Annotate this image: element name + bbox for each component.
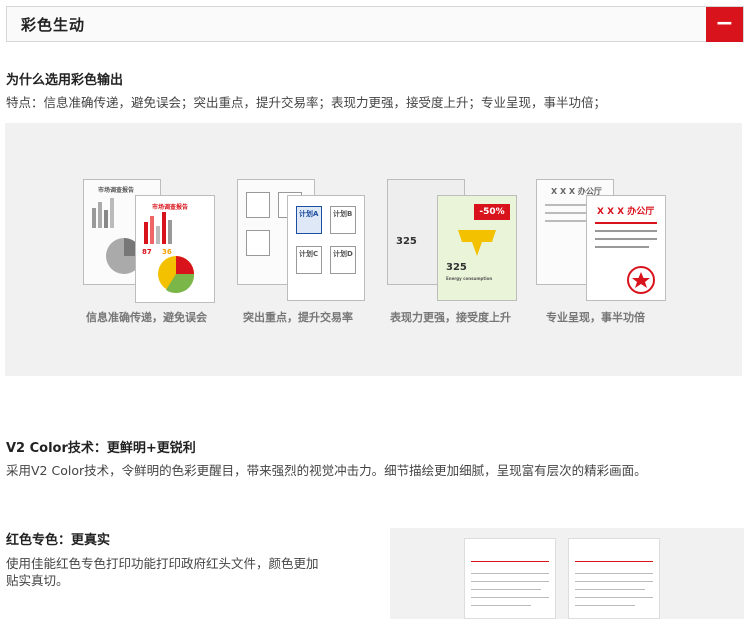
- v2-color-heading: V2 Color技术：更鲜明+更锐利: [6, 441, 196, 456]
- illustration-panel: 市场调查报告 市场调查报告 87 36 信息准确传递，避免误会 计划A 计划B …: [5, 123, 742, 376]
- red-color-text-1: 使用佳能红色专色打印功能打印政府红头文件，颜色更加: [6, 556, 319, 571]
- red-document-right: [568, 538, 660, 619]
- red-color-text-2: 贴实真切。: [6, 573, 69, 588]
- energy-number-color: 325: [446, 262, 467, 273]
- illustration-office: X X X 办公厅 X X X 办公厅: [536, 179, 666, 303]
- minus-icon: −: [715, 11, 734, 36]
- plans-color-sheet: 计划A 计划B 计划C 计划D: [287, 195, 365, 301]
- caption-professional: 专业呈现，事半功倍: [546, 311, 645, 324]
- plan-a-label: 计划A: [299, 210, 319, 218]
- caption-expressive: 表现力更强，接受度上升: [390, 311, 511, 324]
- report-value-2: 36: [162, 248, 172, 256]
- energy-color-sheet: -50% 325 Energy consumption: [437, 195, 517, 301]
- banner-icon: [458, 230, 496, 256]
- collapse-button[interactable]: −: [706, 7, 743, 42]
- red-color-heading: 红色专色：更真实: [6, 533, 111, 548]
- plan-b-label: 计划B: [333, 210, 353, 218]
- report-color-sheet: 市场调查报告 87 36: [135, 195, 215, 303]
- why-color-text: 特点：信息准确传递，避免误会；突出重点，提升交易率；表现力更强，接受度上升；专业…: [6, 95, 607, 110]
- illustration-plans: 计划A 计划B 计划C 计划D: [237, 179, 365, 303]
- red-document-left: [464, 538, 556, 619]
- seal-stamp-icon: [627, 266, 655, 294]
- plan-d-label: 计划D: [333, 250, 353, 258]
- why-color-heading: 为什么选用彩色输出: [6, 73, 124, 88]
- illustration-report: 市场调查报告 市场调查报告 87 36: [83, 179, 215, 303]
- report-value-1: 87: [142, 248, 152, 256]
- energy-label: Energy consumption: [446, 276, 493, 281]
- section-header: 彩色生动 −: [6, 6, 744, 42]
- plan-c-label: 计划C: [299, 250, 319, 258]
- office-color-sheet: X X X 办公厅: [586, 195, 666, 301]
- red-document-panel: [390, 528, 744, 619]
- v2-color-text: 采用V2 Color技术，令鲜明的色彩更醒目，带来强烈的视觉冲击力。细节描绘更加…: [6, 463, 647, 478]
- caption-highlight: 突出重点，提升交易率: [243, 311, 353, 324]
- caption-accurate: 信息准确传递，避免误会: [86, 311, 207, 324]
- section-title: 彩色生动: [21, 16, 86, 34]
- illustration-energy: 325 -50% 325 Energy consumption: [387, 179, 517, 303]
- energy-number-gray: 325: [396, 236, 417, 247]
